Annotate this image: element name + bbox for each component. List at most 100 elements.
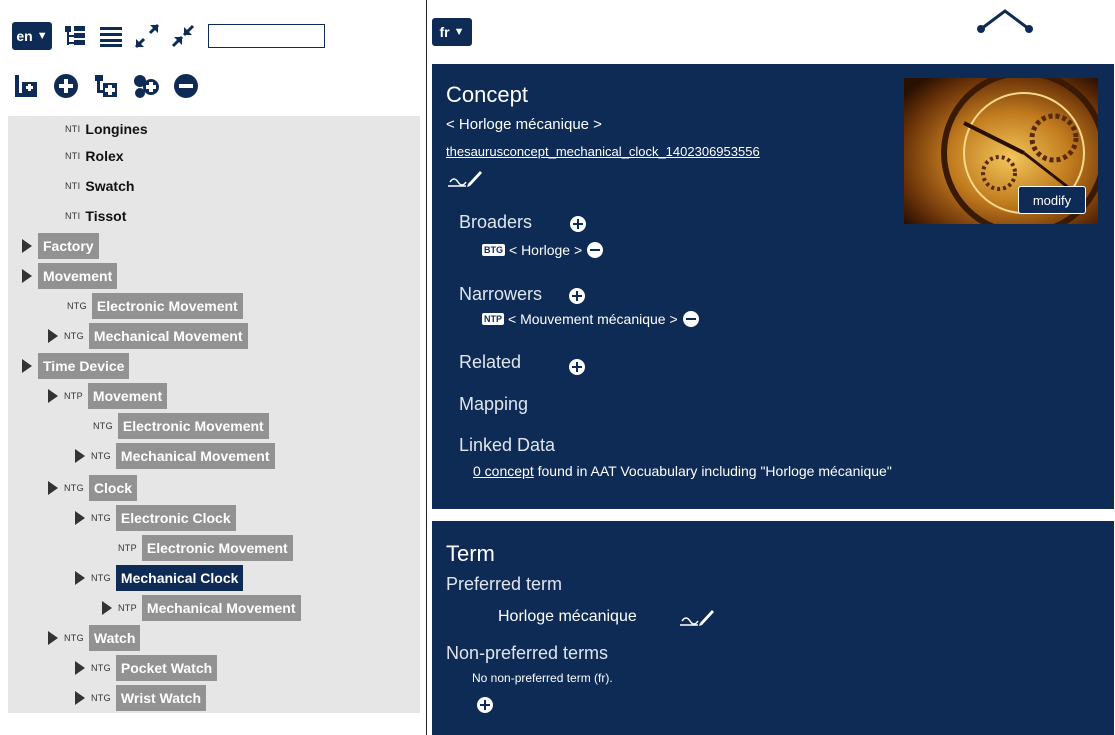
- nonpreferred-empty-text: No non-preferred term (fr).: [472, 671, 613, 685]
- tree-node[interactable]: Time Device: [20, 353, 130, 379]
- expand-arrow-icon[interactable]: [73, 691, 87, 705]
- expand-arrow-icon[interactable]: [46, 389, 60, 403]
- modify-image-button[interactable]: modify: [1018, 186, 1086, 214]
- expand-arrow-icon[interactable]: [20, 239, 34, 253]
- expand-all-icon[interactable]: [134, 23, 160, 49]
- expand-arrow-icon[interactable]: [73, 571, 87, 585]
- tree-node[interactable]: NTI Rolex: [65, 143, 129, 169]
- linked-data-text: found in AAT Vocuabulary including "Horl…: [533, 463, 892, 479]
- tree-view-icon[interactable]: [62, 23, 88, 49]
- add-broader-icon[interactable]: [570, 216, 586, 232]
- tree-node-selected[interactable]: NTG Mechanical Clock: [73, 565, 244, 591]
- tree-node[interactable]: NTG Electronic Movement: [67, 293, 243, 319]
- left-pane: en ▼ NTI Longines NTI Rolex NTI Swatch N…: [0, 0, 425, 735]
- expand-arrow-icon[interactable]: [46, 631, 60, 645]
- node-label[interactable]: Electronic Clock: [115, 505, 236, 531]
- remove-narrower-icon[interactable]: [682, 311, 699, 327]
- node-label[interactable]: Clock: [88, 475, 138, 501]
- node-label[interactable]: Electronic Movement: [117, 413, 269, 439]
- add-narrower-icon[interactable]: [569, 288, 585, 304]
- expand-arrow-icon[interactable]: [20, 359, 34, 373]
- node-label[interactable]: Mechanical Movement: [115, 443, 275, 469]
- node-type-badge: NTG: [91, 663, 111, 673]
- node-label[interactable]: Movement: [38, 263, 118, 289]
- tree-node[interactable]: NTG Mechanical Movement: [46, 323, 248, 349]
- preferred-term-label: Preferred term: [446, 574, 563, 594]
- tree-node[interactable]: Movement: [20, 263, 118, 289]
- connection-icon: [975, 5, 1035, 38]
- expand-arrow-icon[interactable]: [46, 329, 60, 343]
- tree-node[interactable]: NTG Electronic Movement: [93, 413, 269, 439]
- list-view-icon[interactable]: [98, 23, 124, 49]
- node-label[interactable]: Electronic Movement: [141, 535, 293, 561]
- tree-node[interactable]: NTG Pocket Watch: [73, 655, 218, 681]
- narrowers-label: Narrowers: [459, 284, 543, 304]
- tree-node[interactable]: NTG Watch: [46, 625, 141, 651]
- node-type-badge: NTG: [67, 301, 87, 311]
- expand-arrow-icon[interactable]: [100, 601, 114, 615]
- tree-node[interactable]: NTG Clock: [46, 475, 138, 501]
- narrower-label[interactable]: < Mouvement mécanique >: [508, 311, 678, 327]
- collapse-all-icon[interactable]: [170, 23, 196, 49]
- broader-label[interactable]: < Horloge >: [509, 242, 582, 258]
- remove-concept-icon[interactable]: [172, 72, 200, 100]
- language-select-right[interactable]: fr ▼: [432, 18, 472, 46]
- node-label[interactable]: Mechanical Clock: [115, 565, 244, 591]
- expand-arrow-icon[interactable]: [20, 269, 34, 283]
- tree-search-input[interactable]: [208, 24, 325, 48]
- node-label[interactable]: Mechanical Movement: [88, 323, 248, 349]
- add-group-icon[interactable]: [132, 72, 160, 100]
- broader-item[interactable]: BTG < Horloge >: [482, 242, 604, 258]
- node-label[interactable]: Time Device: [38, 353, 130, 379]
- add-top-concept-icon[interactable]: [12, 72, 40, 100]
- pane-divider[interactable]: [426, 0, 427, 735]
- tree-actions: [12, 72, 200, 100]
- node-label[interactable]: Watch: [88, 625, 141, 651]
- linked-data-link[interactable]: 0 concept: [473, 463, 534, 479]
- mapping-label: Mapping: [459, 394, 529, 414]
- tree-node[interactable]: NTP Electronic Movement: [118, 535, 293, 561]
- concept-id-link[interactable]: thesaurusconcept_mechanical_clock_140230…: [446, 144, 760, 159]
- node-label[interactable]: Electronic Movement: [91, 293, 243, 319]
- node-type-badge: NTP: [64, 391, 83, 401]
- tree-node[interactable]: NTG Electronic Clock: [73, 505, 236, 531]
- tree-node[interactable]: NTI Tissot: [65, 203, 131, 229]
- expand-arrow-icon[interactable]: [73, 449, 87, 463]
- language-value: en: [16, 28, 33, 44]
- tree-node[interactable]: NTP Movement: [46, 383, 168, 409]
- node-label[interactable]: Movement: [87, 383, 168, 409]
- language-select-left[interactable]: en ▼: [12, 22, 52, 50]
- node-label[interactable]: Longines: [85, 116, 152, 142]
- expand-arrow-icon[interactable]: [46, 481, 60, 495]
- remove-broader-icon[interactable]: [587, 242, 604, 258]
- node-label[interactable]: Swatch: [85, 173, 139, 199]
- edit-concept-icon[interactable]: [448, 168, 482, 193]
- node-label[interactable]: Rolex: [85, 143, 128, 169]
- language-value: fr: [439, 24, 450, 40]
- node-label[interactable]: Pocket Watch: [115, 655, 218, 681]
- tree-node[interactable]: NTP Mechanical Movement: [100, 595, 301, 621]
- node-type-badge: NTI: [65, 181, 81, 191]
- term-title: Term: [446, 541, 495, 566]
- node-label[interactable]: Mechanical Movement: [141, 595, 301, 621]
- term-panel: Term Preferred term Horloge mécanique No…: [432, 521, 1114, 735]
- node-label[interactable]: Factory: [38, 233, 99, 259]
- add-child-concept-icon[interactable]: [92, 72, 120, 100]
- tree-node[interactable]: NTG Wrist Watch: [73, 685, 207, 711]
- node-label[interactable]: Wrist Watch: [115, 685, 207, 711]
- add-concept-icon[interactable]: [52, 72, 80, 100]
- tree-node[interactable]: Factory: [20, 233, 99, 259]
- node-type-badge: NTI: [65, 151, 81, 161]
- narrower-item[interactable]: NTP < Mouvement mécanique >: [482, 311, 699, 327]
- add-related-icon[interactable]: [569, 359, 585, 375]
- edit-term-icon[interactable]: [680, 607, 714, 632]
- expand-arrow-icon[interactable]: [73, 661, 87, 675]
- concept-title: Concept: [446, 82, 528, 107]
- tree-node[interactable]: NTI Swatch: [65, 173, 139, 199]
- add-nonpreferred-icon[interactable]: [477, 697, 493, 713]
- tree-node[interactable]: NTI Longines: [65, 116, 153, 142]
- tree-node[interactable]: NTG Mechanical Movement: [73, 443, 275, 469]
- nonpreferred-terms-label: Non-preferred terms: [446, 643, 609, 663]
- node-label[interactable]: Tissot: [85, 203, 131, 229]
- expand-arrow-icon[interactable]: [73, 511, 87, 525]
